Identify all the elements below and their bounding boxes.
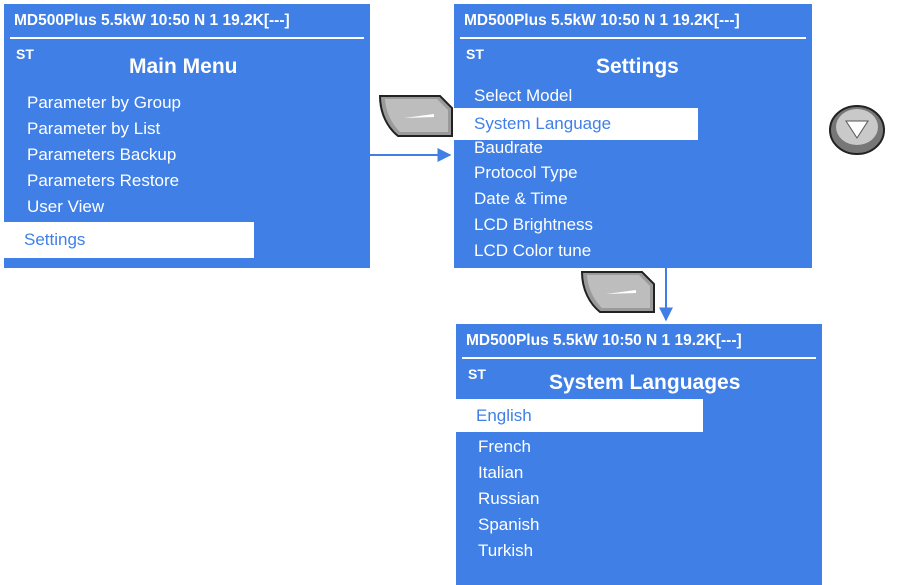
enter-key-icon[interactable] <box>378 95 453 137</box>
enter-key-icon[interactable] <box>580 271 655 313</box>
down-arrow-key-icon[interactable] <box>829 105 885 155</box>
flow-overlay <box>370 95 885 322</box>
